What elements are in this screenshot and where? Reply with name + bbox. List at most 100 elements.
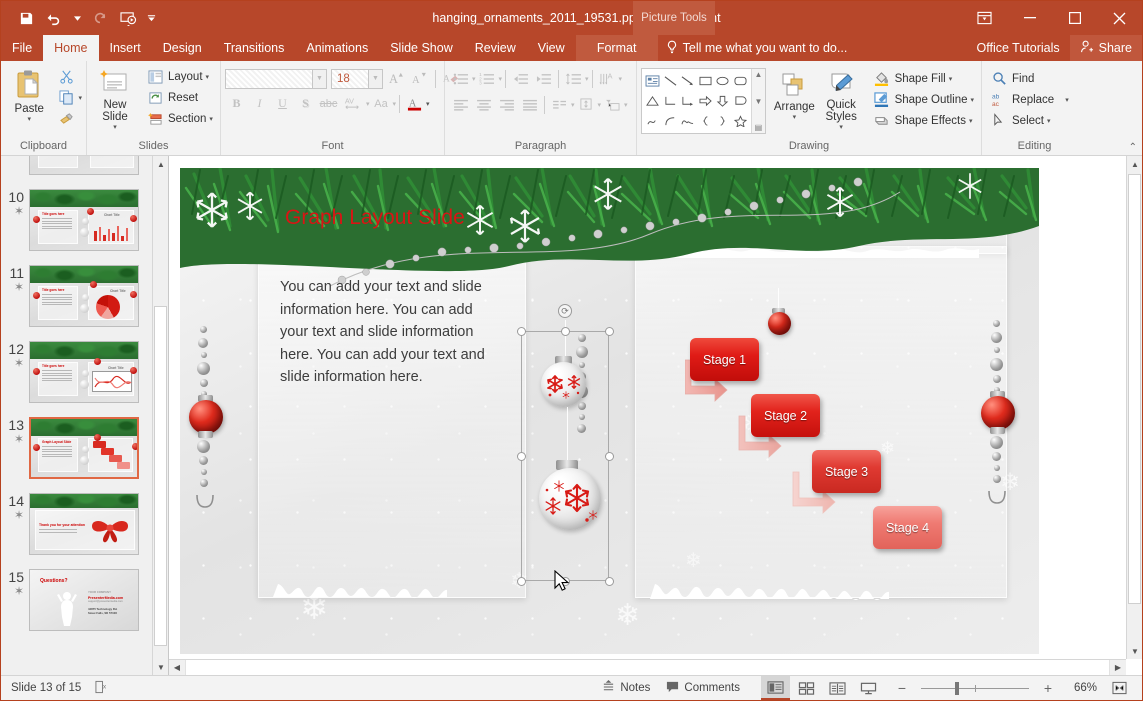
- slide-scroll-down-icon[interactable]: ▼: [1127, 643, 1142, 659]
- shape-flowchart-icon[interactable]: [731, 91, 749, 111]
- shape-arrow-icon[interactable]: [679, 71, 697, 91]
- shape-scribble-icon[interactable]: [644, 111, 661, 131]
- shape-right-arrow-icon[interactable]: [696, 91, 713, 111]
- increase-font-size-icon[interactable]: A: [386, 68, 409, 89]
- shape-arc-icon[interactable]: [661, 111, 678, 131]
- copy-dropdown-icon[interactable]: ▾: [78, 94, 82, 102]
- shape-elbow-arrow-icon[interactable]: [679, 91, 697, 111]
- stage-box-1[interactable]: Stage 1: [690, 338, 759, 381]
- collapse-ribbon-icon[interactable]: ⌃: [1129, 142, 1137, 153]
- shape-curve-icon[interactable]: [679, 111, 697, 131]
- shape-elbow-connector-icon[interactable]: [661, 91, 678, 111]
- text-direction-dropdown-icon[interactable]: ▾: [619, 75, 623, 83]
- notes-button[interactable]: Notes: [595, 676, 657, 700]
- resize-handle-ne[interactable]: [605, 327, 614, 336]
- find-button[interactable]: Find: [986, 68, 1072, 89]
- numbering-dropdown-icon[interactable]: ▾: [499, 75, 503, 83]
- zoom-slider-knob[interactable]: [955, 682, 959, 695]
- thumbnail-slide-9[interactable]: 9 ✶ Title goes here: [1, 156, 152, 182]
- tab-slide-show[interactable]: Slide Show: [379, 35, 464, 61]
- reset-button[interactable]: Reset: [142, 87, 216, 108]
- columns-icon[interactable]: [548, 94, 571, 115]
- tab-home[interactable]: Home: [43, 35, 98, 61]
- close-button[interactable]: [1097, 1, 1142, 35]
- tell-me-search[interactable]: Tell me what you want to do...: [666, 35, 848, 61]
- office-tutorials-link[interactable]: Office Tutorials: [967, 35, 1070, 61]
- shape-left-brace-icon[interactable]: [696, 111, 713, 131]
- slide-body-text[interactable]: You can add your text and slide informat…: [280, 276, 495, 389]
- new-slide-button[interactable]: New Slide ▾: [91, 66, 139, 131]
- slide-horizontal-scrollbar[interactable]: ◀ ▶: [169, 659, 1126, 675]
- paste-button[interactable]: Paste ▾: [5, 66, 53, 123]
- shape-outline-dropdown-icon[interactable]: ▾: [970, 96, 974, 104]
- tab-review[interactable]: Review: [464, 35, 527, 61]
- resize-handle-w[interactable]: [517, 452, 526, 461]
- thumbnail-slide-14[interactable]: 14 ✶ Thank you for your attention: [1, 486, 152, 562]
- increase-indent-icon[interactable]: [532, 68, 555, 89]
- thumbnail-scroll-down-icon[interactable]: ▼: [153, 659, 169, 675]
- copy-icon[interactable]: [55, 87, 78, 108]
- align-left-icon[interactable]: [449, 94, 472, 115]
- stage-box-3[interactable]: Stage 3: [812, 450, 881, 493]
- shape-star-icon[interactable]: [731, 111, 749, 131]
- shape-triangle-icon[interactable]: [644, 91, 661, 111]
- line-spacing-dropdown-icon[interactable]: ▾: [585, 75, 589, 83]
- numbering-icon[interactable]: 123: [476, 68, 499, 89]
- font-name-input[interactable]: [225, 69, 313, 89]
- shape-rectangle-icon[interactable]: [696, 71, 713, 91]
- resize-handle-n[interactable]: [561, 327, 570, 336]
- select-button[interactable]: Select ▾: [986, 110, 1072, 131]
- resize-handle-sw[interactable]: [517, 577, 526, 586]
- text-direction-icon[interactable]: A: [596, 68, 619, 89]
- tab-insert[interactable]: Insert: [99, 35, 152, 61]
- slide-title[interactable]: Graph Layout Slide: [285, 206, 465, 230]
- section-dropdown-icon[interactable]: ▾: [209, 115, 213, 123]
- decrease-indent-icon[interactable]: [509, 68, 532, 89]
- resize-handle-nw[interactable]: [517, 327, 526, 336]
- slide-scroll-right-icon[interactable]: ▶: [1110, 660, 1126, 676]
- share-button[interactable]: Share: [1070, 35, 1142, 61]
- slide-vertical-scrollbar[interactable]: ▲ ▼: [1126, 156, 1142, 659]
- ribbon-display-options-icon[interactable]: [962, 1, 1007, 35]
- align-right-icon[interactable]: [495, 94, 518, 115]
- tab-format[interactable]: Format: [576, 35, 658, 61]
- shape-effects-dropdown-icon[interactable]: ▾: [969, 117, 973, 125]
- thumbnail-slide-10[interactable]: 10 ✶ Title goes here Chart Title: [1, 182, 152, 258]
- thumbnail-slide-13[interactable]: 13 ✶ Graph Layout Slide: [1, 410, 152, 486]
- arrange-dropdown-icon[interactable]: ▾: [793, 113, 797, 121]
- tab-view[interactable]: View: [527, 35, 576, 61]
- tab-file[interactable]: File: [1, 35, 43, 61]
- change-case-dropdown-icon[interactable]: ▾: [393, 100, 397, 108]
- underline-icon[interactable]: U: [271, 93, 294, 114]
- character-spacing-icon[interactable]: AV: [340, 93, 366, 114]
- reading-view-button[interactable]: [823, 676, 852, 700]
- select-dropdown-icon[interactable]: ▾: [1047, 117, 1051, 125]
- section-button[interactable]: Section ▾: [142, 108, 216, 129]
- shape-line-icon[interactable]: [661, 71, 678, 91]
- cut-icon[interactable]: [55, 66, 78, 87]
- shape-textbox-icon[interactable]: [644, 71, 661, 91]
- line-spacing-icon[interactable]: [562, 68, 585, 89]
- shapes-gallery[interactable]: ▲ ▼ ▤: [641, 68, 766, 134]
- convert-to-smartart-icon[interactable]: [601, 94, 624, 115]
- bullets-icon[interactable]: [449, 68, 472, 89]
- thumbnail-image[interactable]: Title goes here Chart Title: [29, 341, 139, 403]
- zoom-out-button[interactable]: −: [893, 676, 911, 700]
- smartart-dropdown-icon[interactable]: ▾: [624, 101, 628, 109]
- font-size-dropdown-icon[interactable]: ▼: [369, 69, 383, 89]
- shapes-gallery-scrollbar[interactable]: ▲ ▼ ▤: [751, 69, 765, 133]
- bold-icon[interactable]: B: [225, 93, 248, 114]
- shape-rounded-rect-icon[interactable]: [731, 71, 749, 91]
- shape-effects-button[interactable]: Shape Effects ▾: [869, 110, 977, 131]
- layout-button[interactable]: Layout ▾: [142, 66, 216, 87]
- text-shadow-icon[interactable]: S: [294, 93, 317, 114]
- slide-show-view-button[interactable]: [854, 676, 883, 700]
- thumbnail-slide-12[interactable]: 12 ✶ Title goes here Chart Title: [1, 334, 152, 410]
- strikethrough-icon[interactable]: abc: [317, 93, 340, 114]
- slide-scroll-up-icon[interactable]: ▲: [1127, 156, 1142, 172]
- slide-hscroll-track[interactable]: [185, 660, 1110, 676]
- font-color-icon[interactable]: A: [403, 93, 426, 114]
- shapes-scroll-up-icon[interactable]: ▲: [754, 70, 762, 79]
- slide-sorter-view-button[interactable]: [792, 676, 821, 700]
- tab-design[interactable]: Design: [152, 35, 213, 61]
